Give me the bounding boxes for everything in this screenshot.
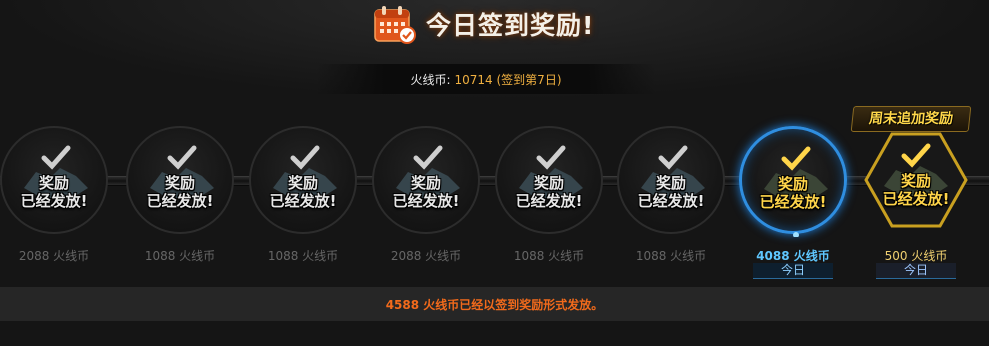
coin-value: 10714 (签到第7日) [454, 72, 562, 87]
stamp-text-issued: 已经发放! [20, 192, 88, 210]
day-reward-label: 1088 火线币 [267, 249, 339, 263]
stamp-text-issued: 已经发放! [637, 192, 705, 210]
day-reward-label: 2088 火线币 [390, 249, 462, 263]
day-reward-label: 1088 火线币 [513, 249, 585, 263]
stamp-text-issued: 已经发放! [146, 192, 214, 210]
reward-stamp: 奖励 已经发放! [126, 126, 234, 234]
day-badge-3: 奖励 已经发放! [249, 126, 359, 236]
day-reward-label: 500 火线币 [884, 249, 948, 263]
day-reward-label: 4088 火线币 [756, 249, 830, 263]
coin-label: 火线币: [410, 72, 451, 87]
reward-stamp: 奖励 已经发放! [617, 126, 725, 234]
reward-stamp: 奖励 已经发放! [372, 126, 480, 234]
stamp-text-issued: 已经发放! [515, 192, 583, 210]
page-title: 今日签到奖励! [426, 11, 595, 40]
footer-message: 4588 火线币已经以签到奖励形式发放。 [385, 297, 604, 312]
calendar-check-icon [372, 3, 418, 45]
reward-stamp: 奖励 已经发放! [862, 126, 970, 234]
header: 今日签到奖励! [372, 2, 594, 46]
reward-stamp: 奖励 已经发放! [739, 126, 847, 237]
weekend-bonus-banner: 周末追加奖励 [850, 106, 972, 132]
stamp-text-issued: 已经发放! [882, 190, 950, 208]
day-badge-6: 奖励 已经发放! [617, 126, 727, 236]
stamp-text-issued: 已经发放! [392, 192, 460, 210]
stamp-text-issued: 已经发放! [759, 193, 827, 211]
day-reward-label: 1088 火线币 [635, 249, 707, 263]
day-badge-7: 奖励 已经发放! [739, 126, 849, 237]
day-reward-label: 2088 火线币 [18, 249, 90, 263]
day-badge-1: 奖励 已经发放! [0, 126, 110, 236]
day-badge-4: 奖励 已经发放! [372, 126, 482, 236]
stamp-text-issued: 已经发放! [269, 192, 337, 210]
day-badge-2: 奖励 已经发放! [126, 126, 236, 236]
reward-stamp: 奖励 已经发放! [0, 126, 108, 234]
reward-stamp: 奖励 已经发放! [495, 126, 603, 234]
coin-balance-bar: 火线币: 10714 (签到第7日) [316, 64, 656, 94]
footer-bar: 4588 火线币已经以签到奖励形式发放。 [0, 287, 989, 321]
today-tag: 今日 [753, 263, 833, 279]
day-reward-label: 1088 火线币 [144, 249, 216, 263]
day-badge-8: 奖励 已经发放! [862, 126, 972, 236]
day-badge-5: 奖励 已经发放! [495, 126, 605, 236]
today-tag: 今日 [876, 263, 956, 279]
reward-stamp: 奖励 已经发放! [249, 126, 357, 234]
